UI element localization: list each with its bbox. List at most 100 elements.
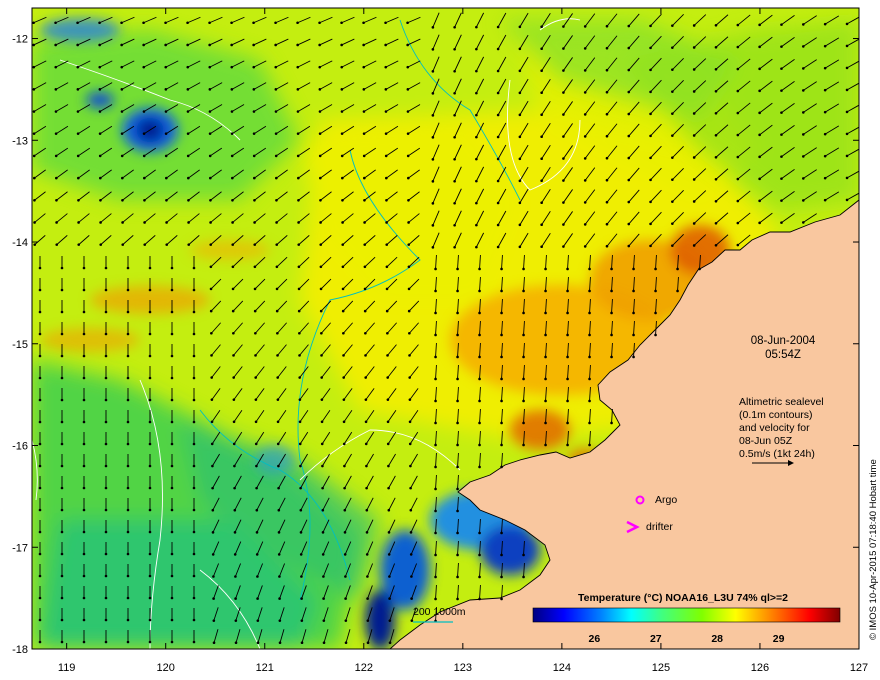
velocity-vector-head bbox=[802, 199, 805, 202]
velocity-vector-head bbox=[366, 597, 369, 600]
velocity-vector-head bbox=[500, 553, 503, 557]
velocity-vector-head bbox=[76, 110, 80, 113]
velocity-vector-head bbox=[192, 574, 196, 578]
velocity-vector-head bbox=[434, 289, 437, 293]
velocity-vector-head bbox=[384, 88, 388, 91]
velocity-vector-head bbox=[319, 287, 323, 291]
velocity-vector-head bbox=[82, 486, 86, 490]
velocity-vector-head bbox=[583, 69, 587, 72]
velocity-vector-head bbox=[211, 531, 215, 534]
velocity-vector-head bbox=[274, 110, 278, 113]
velocity-vector-head bbox=[192, 486, 196, 490]
velocity-vector-head bbox=[38, 398, 42, 402]
velocity-vector-head bbox=[318, 88, 322, 91]
velocity-vector-head bbox=[54, 132, 58, 136]
velocity-vector-head bbox=[320, 331, 323, 335]
velocity-vector-head bbox=[522, 289, 525, 293]
velocity-vector-head bbox=[55, 221, 58, 224]
velocity-vector-head bbox=[475, 25, 478, 29]
velocity-vector-head bbox=[192, 464, 196, 468]
velocity-vector-head bbox=[99, 176, 102, 180]
velocity-vector-head bbox=[343, 508, 347, 512]
velocity-vector-head bbox=[500, 597, 503, 601]
velocity-vector-head bbox=[253, 198, 256, 202]
velocity-vector-head bbox=[231, 176, 234, 180]
velocity-vector-head bbox=[434, 399, 437, 403]
velocity-vector-head bbox=[231, 309, 235, 313]
colorbar-tick-label: 28 bbox=[711, 633, 723, 645]
velocity-vector-head bbox=[253, 287, 257, 291]
velocity-vector-head bbox=[300, 619, 304, 622]
velocity-vector-head bbox=[362, 132, 366, 136]
velocity-vector-head bbox=[692, 46, 696, 49]
velocity-vector-head bbox=[758, 199, 761, 203]
velocity-vector-head bbox=[386, 398, 390, 401]
velocity-vector-head bbox=[164, 65, 168, 69]
velocity-vector-head bbox=[232, 376, 235, 379]
velocity-vector-head bbox=[277, 553, 281, 556]
velocity-vector-head bbox=[234, 641, 238, 645]
velocity-vector-head bbox=[540, 113, 543, 117]
velocity-vector-head bbox=[82, 530, 86, 534]
velocity-vector-head bbox=[321, 464, 324, 468]
velocity-vector-head bbox=[431, 180, 435, 183]
velocity-vector-head bbox=[192, 552, 196, 556]
velocity-vector-head bbox=[544, 311, 547, 315]
velocity-vector-head bbox=[318, 21, 321, 25]
velocity-vector-head bbox=[544, 377, 547, 381]
velocity-vector-head bbox=[453, 25, 456, 29]
velocity-vector-head bbox=[758, 155, 761, 159]
lon-tick-label: 124 bbox=[553, 662, 571, 674]
velocity-vector-head bbox=[60, 310, 64, 314]
velocity-vector-head bbox=[230, 43, 233, 47]
lat-tick-label: -16 bbox=[12, 441, 28, 453]
velocity-vector-head bbox=[407, 221, 410, 224]
velocity-vector-head bbox=[671, 90, 674, 93]
velocity-vector-head bbox=[187, 198, 190, 202]
velocity-vector-head bbox=[431, 158, 435, 161]
velocity-vector-head bbox=[544, 355, 547, 359]
velocity-vector-head bbox=[209, 198, 212, 202]
velocity-vector-head bbox=[120, 110, 124, 113]
velocity-vector-head bbox=[692, 134, 696, 137]
velocity-vector-head bbox=[456, 355, 459, 359]
velocity-vector-head bbox=[692, 178, 696, 181]
velocity-vector-head bbox=[164, 154, 168, 158]
velocity-vector-head bbox=[170, 376, 174, 380]
velocity-vector-head bbox=[627, 244, 631, 248]
velocity-vector-head bbox=[297, 287, 301, 291]
velocity-vector-head bbox=[518, 47, 522, 51]
velocity-vector-head bbox=[386, 376, 389, 379]
velocity-vector-head bbox=[758, 23, 761, 27]
velocity-vector-head bbox=[714, 221, 718, 225]
velocity-vector-head bbox=[758, 67, 761, 71]
velocity-vector-head bbox=[252, 43, 255, 47]
velocity-vector-head bbox=[475, 91, 478, 95]
velocity-vector-head bbox=[342, 442, 346, 446]
velocity-vector-head bbox=[627, 90, 631, 94]
velocity-vector-head bbox=[104, 398, 108, 402]
velocity-vector-head bbox=[780, 133, 783, 136]
velocity-vector-head bbox=[170, 596, 174, 600]
velocity-vector-head bbox=[77, 243, 81, 246]
velocity-vector-head bbox=[77, 221, 80, 224]
velocity-vector-head bbox=[453, 113, 456, 117]
velocity-vector-head bbox=[187, 243, 191, 246]
velocity-vector-head bbox=[82, 640, 86, 644]
velocity-vector-head bbox=[104, 618, 108, 622]
velocity-vector-head bbox=[671, 222, 674, 225]
velocity-vector-head bbox=[210, 331, 213, 335]
velocity-vector-head bbox=[82, 310, 86, 314]
velocity-vector-head bbox=[363, 265, 367, 269]
velocity-vector-head bbox=[802, 155, 805, 158]
velocity-vector-head bbox=[276, 420, 280, 424]
velocity-vector-head bbox=[232, 420, 236, 424]
velocity-vector-head bbox=[256, 575, 259, 578]
velocity-vector-head bbox=[55, 198, 58, 202]
velocity-vector-head bbox=[186, 65, 190, 69]
velocity-vector-head bbox=[142, 65, 146, 69]
velocity-vector-head bbox=[714, 111, 718, 115]
velocity-vector-head bbox=[296, 21, 299, 25]
velocity-vector-head bbox=[340, 154, 344, 158]
velocity-vector-head bbox=[475, 245, 478, 249]
